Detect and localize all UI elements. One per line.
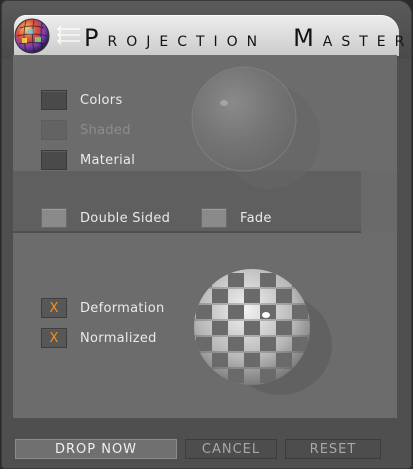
option-double-sided[interactable]: Double Sided <box>41 207 170 229</box>
title-word-master: ASTER <box>322 34 412 50</box>
material-checkbox[interactable] <box>41 150 67 170</box>
title-initial-m: M <box>293 24 323 52</box>
title-word-projection: ROJECTION <box>107 34 267 50</box>
drop-now-button[interactable]: DROP NOW <box>15 439 177 459</box>
smooth-sphere-preview-image <box>191 66 320 189</box>
deformation-label: Deformation <box>80 300 165 316</box>
option-colors[interactable]: Colors <box>41 89 123 111</box>
fade-checkbox[interactable] <box>201 208 227 228</box>
colors-label: Colors <box>80 92 123 108</box>
reset-button[interactable]: RESET <box>285 439 381 459</box>
title-initial-p: P <box>84 24 108 52</box>
option-normalized[interactable]: X Normalized <box>41 327 157 349</box>
normalized-label: Normalized <box>80 330 157 346</box>
title-bar: PROJECTION MASTER <box>2 1 411 59</box>
double-sided-label: Double Sided <box>80 210 171 226</box>
shaded-checkbox[interactable] <box>41 120 67 140</box>
colors-checkbox[interactable] <box>41 90 67 110</box>
option-deformation[interactable]: X Deformation <box>41 297 165 319</box>
deformation-checkbox[interactable]: X <box>41 298 67 318</box>
option-fade[interactable]: Fade <box>201 207 272 229</box>
fade-label: Fade <box>240 210 272 226</box>
panel-side-strip <box>361 171 397 235</box>
double-sided-checkbox[interactable] <box>41 208 67 228</box>
cancel-button[interactable]: CANCEL <box>185 439 277 459</box>
projection-arrows-icon <box>57 25 80 45</box>
material-label: Material <box>80 152 136 168</box>
checker-sphere-preview-image <box>194 269 332 395</box>
dialog-title: PROJECTION MASTER <box>84 24 412 52</box>
projection-master-dialog: PROJECTION MASTER Colors Shaded Material… <box>1 0 412 469</box>
normalized-checkbox[interactable]: X <box>41 328 67 348</box>
shaded-label: Shaded <box>80 122 131 138</box>
option-material[interactable]: Material <box>41 149 135 171</box>
projection-master-sphere-icon <box>14 18 50 54</box>
option-shaded[interactable]: Shaded <box>41 119 131 141</box>
